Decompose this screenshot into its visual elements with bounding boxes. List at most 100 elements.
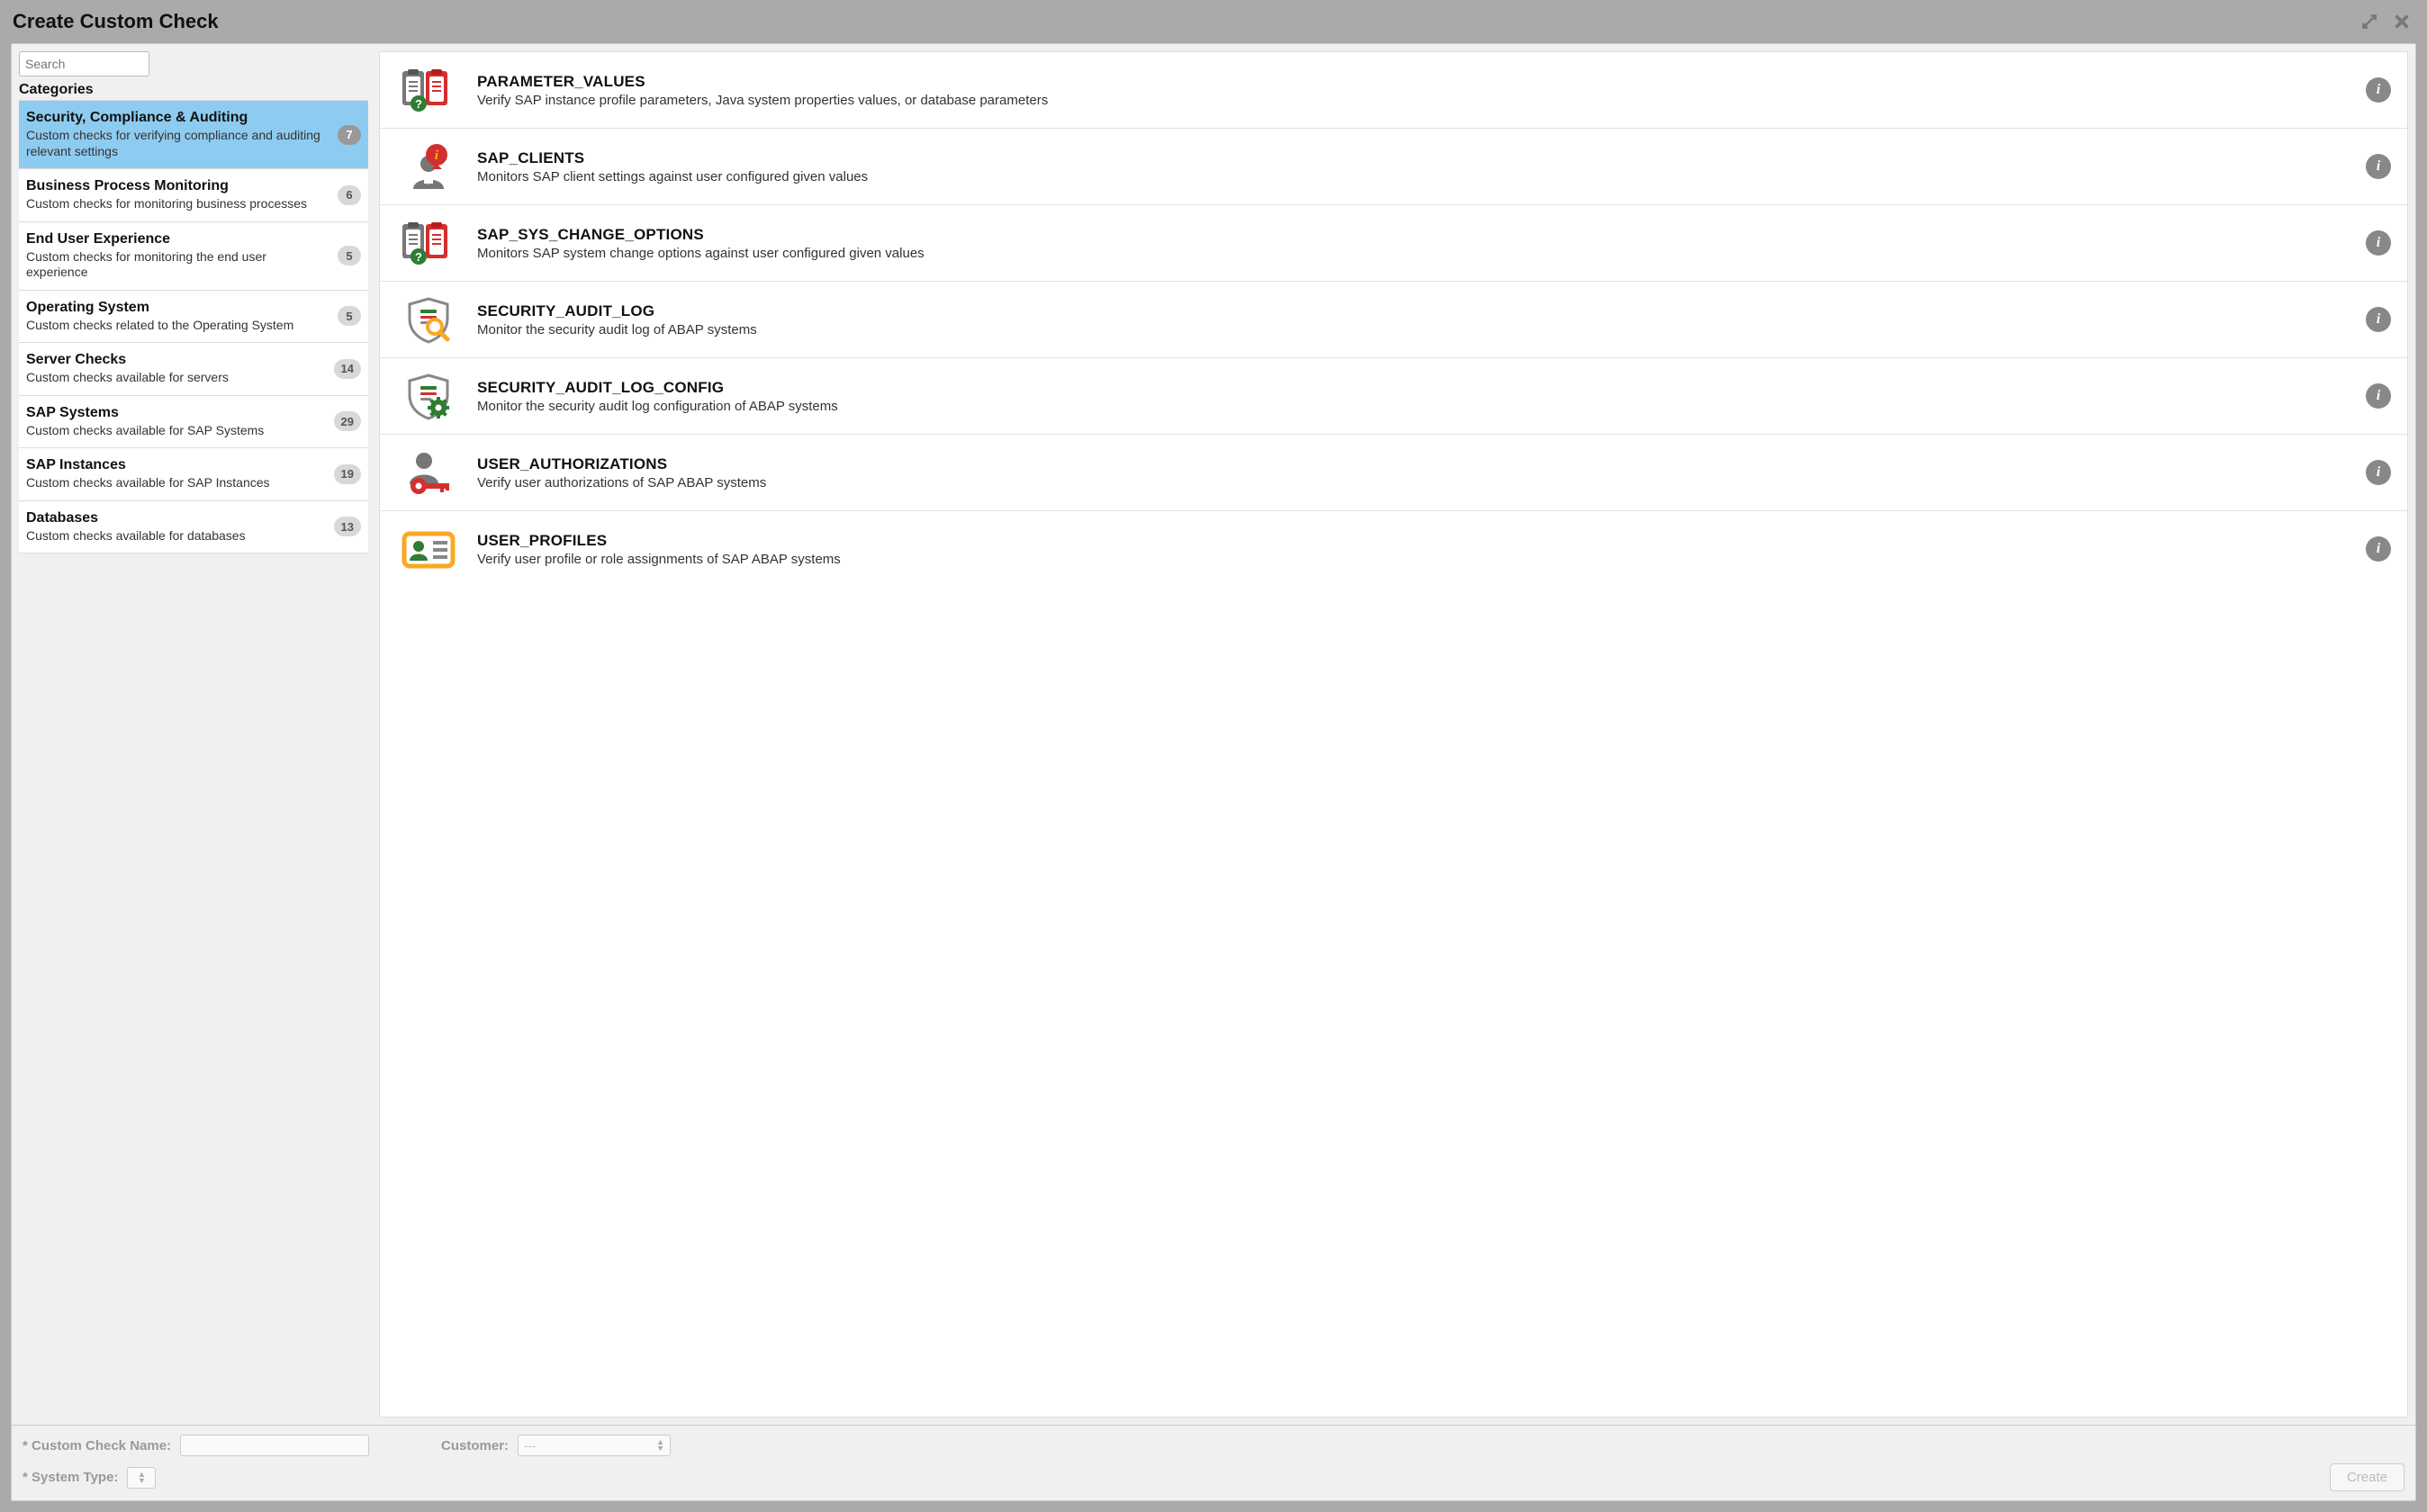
check-row[interactable]: USER_PROFILES Verify user profile or rol… bbox=[380, 511, 2407, 587]
category-title: End User Experience bbox=[26, 231, 330, 248]
category-item[interactable]: Operating System Custom checks related t… bbox=[19, 291, 368, 344]
category-desc: Custom checks available for databases bbox=[26, 528, 327, 544]
footer-row-2: * System Type: ▲▼ Create bbox=[23, 1463, 2404, 1491]
category-count-badge: 13 bbox=[334, 517, 361, 536]
customer-label: Customer: bbox=[441, 1438, 509, 1454]
check-row[interactable]: SECURITY_AUDIT_LOG Monitor the security … bbox=[380, 282, 2407, 358]
category-item[interactable]: End User Experience Custom checks for mo… bbox=[19, 222, 368, 291]
chevron-updown-icon: ▲▼ bbox=[138, 1472, 146, 1484]
shield-gear-icon bbox=[397, 372, 460, 420]
check-title: USER_PROFILES bbox=[477, 532, 2355, 550]
category-item[interactable]: Security, Compliance & Auditing Custom c… bbox=[19, 101, 368, 169]
info-button[interactable]: i bbox=[2366, 383, 2391, 409]
check-desc: Monitors SAP client settings against use… bbox=[477, 169, 2355, 184]
dialog-footer: * Custom Check Name: Customer: --- ▲▼ * … bbox=[12, 1425, 2415, 1500]
info-button[interactable]: i bbox=[2366, 77, 2391, 103]
category-desc: Custom checks available for SAP Instance… bbox=[26, 475, 327, 491]
category-count-badge: 14 bbox=[334, 359, 361, 379]
category-desc: Custom checks related to the Operating S… bbox=[26, 318, 330, 334]
check-desc: Monitor the security audit log of ABAP s… bbox=[477, 322, 2355, 338]
svg-text:?: ? bbox=[415, 250, 422, 264]
person-info-icon-wrap: i bbox=[396, 141, 461, 192]
category-item[interactable]: Databases Custom checks available for da… bbox=[19, 501, 368, 554]
category-desc: Custom checks for verifying compliance a… bbox=[26, 128, 330, 159]
dialog-content: Categories Security, Compliance & Auditi… bbox=[11, 43, 2416, 1501]
user-key-icon bbox=[397, 448, 460, 497]
sidebar: Categories Security, Compliance & Auditi… bbox=[19, 51, 368, 1418]
check-title: PARAMETER_VALUES bbox=[477, 73, 2355, 91]
check-row[interactable]: ? SAP_SYS_CHANGE_OPTIONS Monitors SAP sy… bbox=[380, 205, 2407, 282]
category-count-badge: 19 bbox=[334, 464, 361, 484]
create-button[interactable]: Create bbox=[2330, 1463, 2404, 1491]
check-desc: Monitors SAP system change options again… bbox=[477, 246, 2355, 261]
shield-gear-icon-wrap bbox=[396, 371, 461, 421]
check-desc: Verify user profile or role assignments … bbox=[477, 552, 2355, 567]
category-title: Operating System bbox=[26, 300, 330, 316]
id-card-icon-wrap bbox=[396, 524, 461, 574]
category-desc: Custom checks for monitoring the end use… bbox=[26, 249, 330, 281]
dialog-body: Categories Security, Compliance & Auditi… bbox=[12, 44, 2415, 1425]
category-desc: Custom checks available for servers bbox=[26, 370, 327, 386]
category-list: Security, Compliance & Auditing Custom c… bbox=[19, 100, 368, 554]
check-title: SECURITY_AUDIT_LOG_CONFIG bbox=[477, 379, 2355, 397]
shield-search-icon bbox=[397, 295, 460, 344]
info-button[interactable]: i bbox=[2366, 307, 2391, 332]
check-row[interactable]: USER_AUTHORIZATIONS Verify user authoriz… bbox=[380, 435, 2407, 511]
check-row[interactable]: i SAP_CLIENTS Monitors SAP client settin… bbox=[380, 129, 2407, 205]
categories-heading: Categories bbox=[19, 82, 368, 98]
category-count-badge: 7 bbox=[338, 125, 361, 145]
clipboards-icon: ? bbox=[397, 66, 460, 114]
check-list: ? PARAMETER_VALUES Verify SAP instance p… bbox=[379, 51, 2408, 1418]
svg-text:?: ? bbox=[415, 97, 422, 111]
check-desc: Verify SAP instance profile parameters, … bbox=[477, 93, 2355, 108]
category-item[interactable]: Business Process Monitoring Custom check… bbox=[19, 169, 368, 222]
category-item[interactable]: Server Checks Custom checks available fo… bbox=[19, 343, 368, 396]
dialog-title: Create Custom Check bbox=[13, 10, 2350, 33]
footer-row-1: * Custom Check Name: Customer: --- ▲▼ bbox=[23, 1435, 2404, 1456]
category-desc: Custom checks for monitoring business pr… bbox=[26, 196, 330, 212]
category-item[interactable]: SAP Systems Custom checks available for … bbox=[19, 396, 368, 449]
info-button[interactable]: i bbox=[2366, 230, 2391, 256]
system-type-select[interactable]: ▲▼ bbox=[127, 1467, 156, 1489]
expand-icon bbox=[2360, 13, 2378, 31]
maximize-button[interactable] bbox=[2357, 9, 2382, 34]
id-card-icon bbox=[397, 525, 460, 573]
clipboards-icon-wrap: ? bbox=[396, 218, 461, 268]
category-count-badge: 5 bbox=[338, 306, 361, 326]
category-title: Server Checks bbox=[26, 352, 327, 368]
system-type-label: * System Type: bbox=[23, 1470, 118, 1485]
check-row[interactable]: SECURITY_AUDIT_LOG_CONFIG Monitor the se… bbox=[380, 358, 2407, 435]
customer-select[interactable]: --- ▲▼ bbox=[518, 1435, 671, 1456]
info-button[interactable]: i bbox=[2366, 460, 2391, 485]
check-row[interactable]: ? PARAMETER_VALUES Verify SAP instance p… bbox=[380, 52, 2407, 129]
check-title: SECURITY_AUDIT_LOG bbox=[477, 302, 2355, 320]
customer-value: --- bbox=[524, 1439, 656, 1453]
search-input[interactable] bbox=[19, 51, 149, 76]
clipboards-icon: ? bbox=[397, 219, 460, 267]
close-button[interactable] bbox=[2389, 9, 2414, 34]
category-count-badge: 6 bbox=[338, 185, 361, 205]
category-count-badge: 29 bbox=[334, 411, 361, 431]
category-desc: Custom checks available for SAP Systems bbox=[26, 423, 327, 439]
check-desc: Verify user authorizations of SAP ABAP s… bbox=[477, 475, 2355, 490]
category-title: Security, Compliance & Auditing bbox=[26, 110, 330, 126]
category-title: SAP Systems bbox=[26, 405, 327, 421]
info-button[interactable]: i bbox=[2366, 154, 2391, 179]
category-title: Business Process Monitoring bbox=[26, 178, 330, 194]
category-item[interactable]: SAP Instances Custom checks available fo… bbox=[19, 448, 368, 501]
check-title: USER_AUTHORIZATIONS bbox=[477, 455, 2355, 473]
custom-check-name-label: * Custom Check Name: bbox=[23, 1438, 171, 1454]
check-title: SAP_CLIENTS bbox=[477, 149, 2355, 167]
category-title: SAP Instances bbox=[26, 457, 327, 473]
user-key-icon-wrap bbox=[396, 447, 461, 498]
info-button[interactable]: i bbox=[2366, 536, 2391, 562]
dialog-create-custom-check: Create Custom Check Categories Security,… bbox=[0, 0, 2427, 1512]
close-icon bbox=[2392, 12, 2412, 32]
clipboards-icon-wrap: ? bbox=[396, 65, 461, 115]
category-count-badge: 5 bbox=[338, 246, 361, 266]
check-desc: Monitor the security audit log configura… bbox=[477, 399, 2355, 414]
check-title: SAP_SYS_CHANGE_OPTIONS bbox=[477, 226, 2355, 244]
titlebar: Create Custom Check bbox=[0, 0, 2427, 43]
shield-search-icon-wrap bbox=[396, 294, 461, 345]
custom-check-name-input[interactable] bbox=[180, 1435, 369, 1456]
